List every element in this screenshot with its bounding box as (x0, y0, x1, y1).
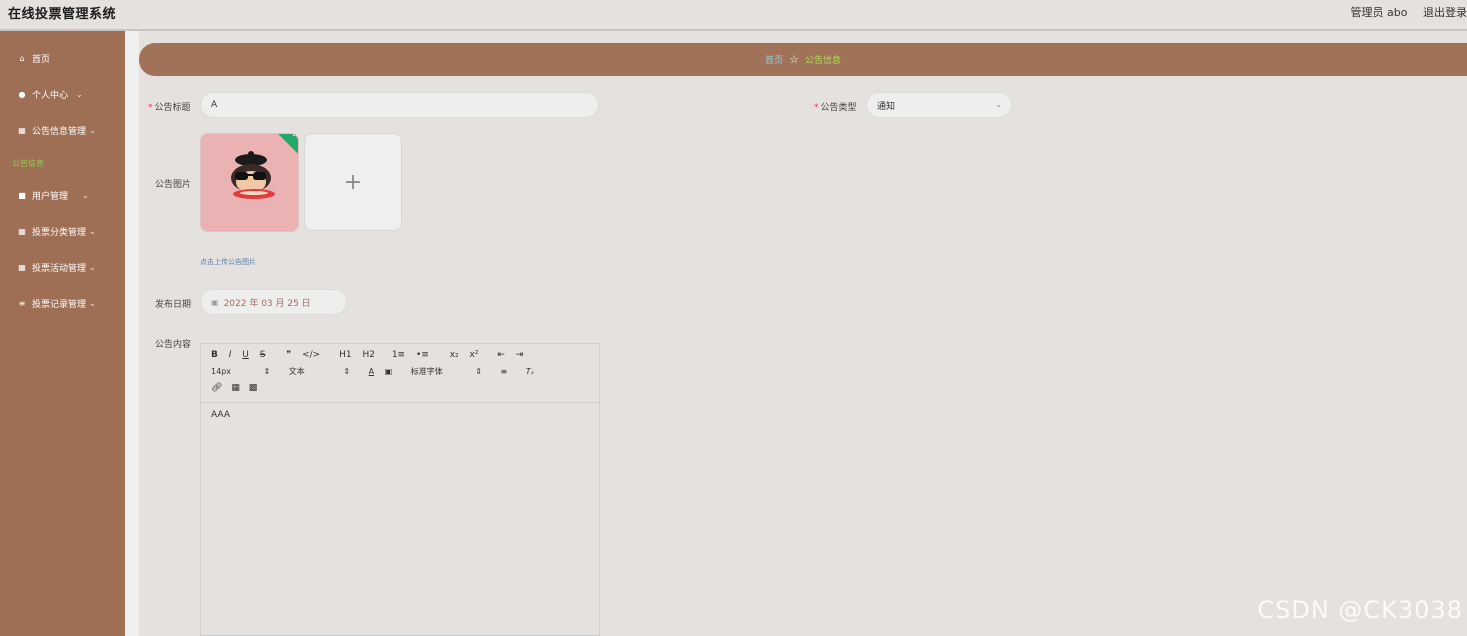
underline-button[interactable]: U (242, 350, 249, 360)
subscript-button[interactable]: x₂ (450, 350, 459, 360)
editor-content[interactable]: AAA (211, 410, 230, 420)
strikethrough-button[interactable]: S (260, 350, 266, 360)
top-bar: 在线投票管理系统 管理员 abo 退出登录 (0, 0, 1467, 31)
title-field-label: * 公告标题 (148, 100, 191, 113)
sidebar-item-notice-management[interactable]: ▦ 公告信息管理 ⌄ (0, 116, 125, 144)
bullet-list-button[interactable]: •≡ (416, 350, 429, 360)
blockquote-button[interactable]: ❞ (286, 350, 291, 360)
indent-button[interactable]: ⇥ (516, 350, 524, 360)
required-mark: * (814, 103, 819, 113)
breadcrumb-current: 公告信息 (804, 56, 841, 66)
bold-button[interactable]: B (211, 350, 218, 360)
select-arrows-icon: ⇕ (263, 367, 271, 376)
uploaded-image-thumbnail[interactable]: ✓ (200, 133, 299, 232)
grid-icon: ▦ (18, 226, 26, 236)
grid-icon: ▦ (18, 125, 26, 135)
type-select[interactable]: 通知 ⌄ (866, 92, 1012, 118)
sidebar-item-label: 投票活动管理 (32, 263, 87, 274)
main-area: 首页 ☆ 公告信息 * 公告标题 A * 公告类型 通知 ⌄ 公告图片 ✓ + … (125, 31, 1467, 636)
monkey-face-image (201, 134, 298, 231)
breadcrumb: 首页 ☆ 公告信息 (139, 43, 1467, 76)
italic-button[interactable]: I (229, 350, 232, 360)
top-right-actions: 管理员 abo 退出登录 (1339, 4, 1467, 20)
content-field-label: 公告内容 (155, 340, 192, 350)
outdent-button[interactable]: ⇤ (497, 350, 505, 360)
upload-add-button[interactable]: + (304, 133, 402, 231)
font-size-select[interactable]: 14px (211, 367, 231, 376)
sidebar-item-vote-category[interactable]: ▦ 投票分类管理 ⌄ (0, 217, 125, 245)
sidebar-subitem-notice[interactable]: 公告信息 (12, 158, 44, 169)
link-icon[interactable]: 🔗︎ (211, 383, 222, 393)
sidebar-item-vote-record[interactable]: ≡ 投票记录管理 ⌄ (0, 289, 125, 317)
header-select[interactable]: 文本 (289, 366, 305, 377)
chevron-down-icon: ⌄ (89, 298, 96, 308)
watermark: CSDN @CK3038 (1257, 596, 1463, 624)
editor-toolbar-row-2: 14px ⇕ 文本 ⇕ A ▣ 标准字体 ⇕ ≡ Tₓ (211, 366, 542, 377)
editor-toolbar-row-3: 🔗︎ ▦ ▩ (211, 383, 265, 393)
list-icon: ≡ (18, 298, 26, 308)
calendar-icon: ▣ (211, 297, 219, 307)
clear-format-icon[interactable]: Tₓ (526, 367, 534, 376)
sidebar-item-personal-center[interactable]: ● 个人中心 ⌄ (0, 80, 125, 108)
heading-2-button[interactable]: H2 (362, 350, 375, 360)
sidebar-item-label: 个人中心 (32, 90, 69, 101)
chevron-down-icon: ⌄ (995, 100, 1002, 109)
select-arrows-icon: ⇕ (475, 367, 482, 376)
chevron-down-icon: ⌄ (82, 190, 89, 200)
title-input[interactable]: A (200, 92, 599, 118)
image-icon[interactable]: ▦ (231, 383, 240, 393)
font-color-icon[interactable]: A (369, 367, 374, 376)
chevron-down-icon: ⌄ (89, 125, 96, 135)
date-value: 2022 年 03 月 25 日 (223, 298, 311, 309)
heading-1-button[interactable]: H1 (339, 350, 352, 360)
rich-text-editor: B I U S ❞ </> H1 H2 1≡ •≡ x₂ x² ⇤ ⇥ 14px (200, 343, 600, 636)
app-title: 在线投票管理系统 (8, 7, 117, 22)
video-icon[interactable]: ▩ (249, 383, 258, 393)
font-family-select[interactable]: 标准字体 (411, 366, 443, 377)
star-icon: ☆ (789, 53, 799, 66)
sidebar-item-user-management[interactable]: ■ 用户管理 ⌄ (0, 181, 125, 209)
sidebar: ⌂ 首页 ● 个人中心 ⌄ ▦ 公告信息管理 ⌄ 公告信息 ■ 用户管理 ⌄ ▦… (0, 31, 125, 636)
plus-icon: + (343, 169, 363, 195)
breadcrumb-home-link[interactable]: 首页 (765, 53, 783, 66)
sidebar-item-label: 公告信息管理 (32, 126, 87, 137)
ordered-list-button[interactable]: 1≡ (392, 350, 405, 360)
sidebar-item-label: 投票分类管理 (32, 227, 87, 238)
type-field-label: * 公告类型 (814, 100, 857, 113)
align-icon[interactable]: ≡ (501, 367, 508, 376)
sidebar-item-label: 用户管理 (32, 191, 69, 202)
title-label-text: 公告标题 (154, 103, 191, 113)
background-color-icon[interactable]: ▣ (385, 367, 393, 376)
check-icon: ✓ (291, 133, 298, 139)
date-picker-input[interactable]: ▣ 2022 年 03 月 25 日 (200, 289, 347, 315)
lock-icon: ■ (18, 190, 26, 200)
upload-hint-text: 点击上传公告图片 (200, 258, 256, 266)
superscript-button[interactable]: x² (470, 350, 479, 360)
date-field-label: 发布日期 (155, 300, 192, 310)
code-block-button[interactable]: </> (302, 350, 320, 360)
select-arrows-icon: ⇕ (343, 367, 351, 376)
editor-toolbar-row-1: B I U S ❞ </> H1 H2 1≡ •≡ x₂ x² ⇤ ⇥ (211, 350, 531, 360)
chevron-down-icon: ⌄ (89, 226, 96, 236)
sidebar-item-home[interactable]: ⌂ 首页 (0, 44, 125, 72)
logout-link[interactable]: 退出登录 (1423, 6, 1467, 19)
home-icon: ⌂ (19, 53, 25, 63)
content-panel: 首页 ☆ 公告信息 * 公告标题 A * 公告类型 通知 ⌄ 公告图片 ✓ + … (139, 31, 1467, 636)
type-select-value: 通知 (877, 101, 896, 112)
user-icon: ● (18, 89, 26, 99)
grid-icon: ▦ (18, 262, 26, 272)
sidebar-item-vote-activity[interactable]: ▦ 投票活动管理 ⌄ (0, 253, 125, 281)
admin-user-label: 管理员 abo (1350, 6, 1408, 19)
image-field-label: 公告图片 (155, 180, 192, 190)
chevron-down-icon: ⌄ (89, 262, 96, 272)
sidebar-item-label: 首页 (32, 54, 51, 65)
required-mark: * (148, 103, 153, 113)
type-label-text: 公告类型 (820, 103, 857, 113)
sidebar-item-label: 投票记录管理 (32, 299, 87, 310)
chevron-down-icon: ⌄ (76, 89, 83, 99)
editor-toolbar: B I U S ❞ </> H1 H2 1≡ •≡ x₂ x² ⇤ ⇥ 14px (201, 344, 599, 403)
